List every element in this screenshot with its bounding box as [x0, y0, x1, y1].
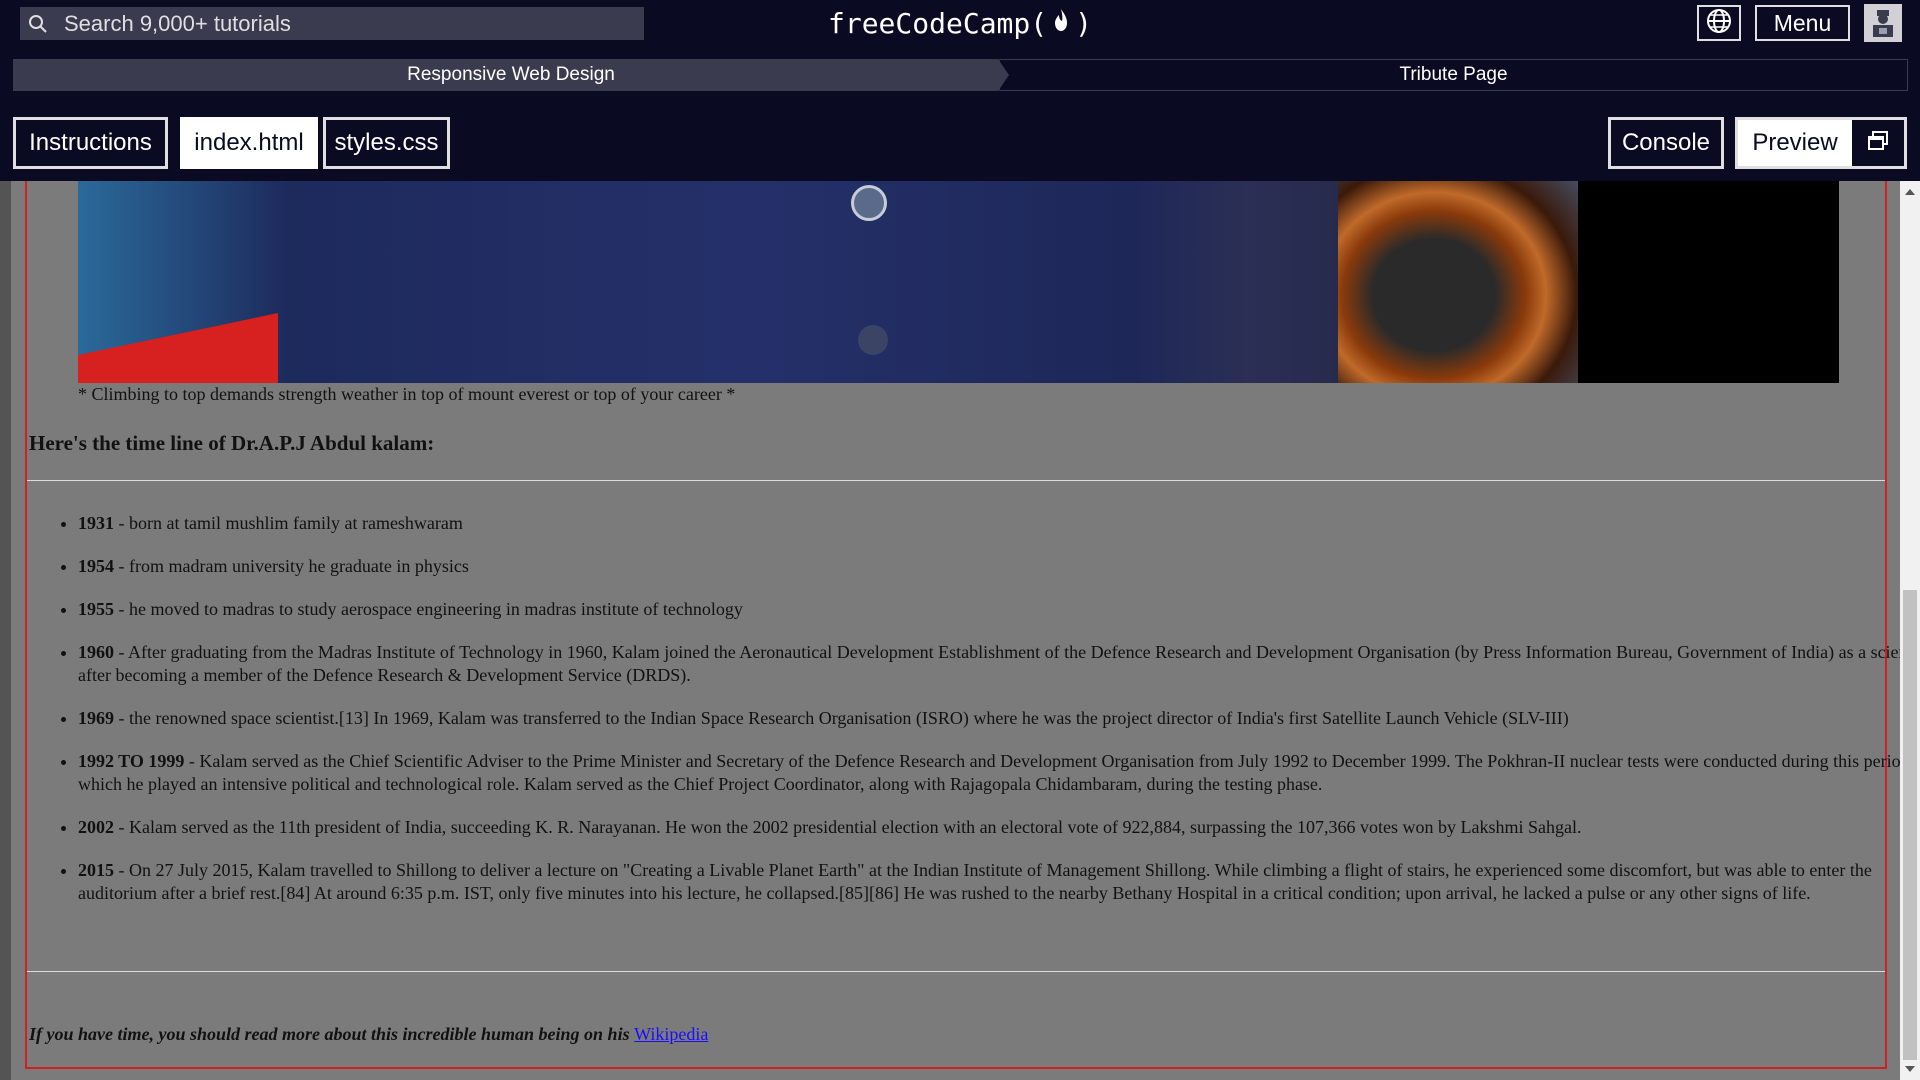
- preview-popout-button[interactable]: [1852, 120, 1904, 166]
- list-item: 1955 - he moved to madras to study aeros…: [78, 598, 1920, 621]
- preview-viewport: * Climbing to top demands strength weath…: [0, 181, 1920, 1080]
- logo-text-right: ): [1075, 6, 1092, 40]
- search-placeholder: Search 9,000+ tutorials: [64, 10, 291, 36]
- list-item: 2002 - Kalam served as the 11th presiden…: [78, 816, 1920, 839]
- top-nav: Search 9,000+ tutorials freeCodeCamp( ) …: [0, 0, 1920, 47]
- tab-index-html[interactable]: index.html: [180, 117, 318, 169]
- search-icon: [28, 14, 48, 34]
- tab-styles-css[interactable]: styles.css: [323, 117, 450, 169]
- list-item: 1992 TO 1999 - Kalam served as the Chief…: [78, 750, 1920, 796]
- scroll-up-icon[interactable]: [1905, 189, 1915, 195]
- list-item: 2015 - On 27 July 2015, Kalam travelled …: [78, 859, 1920, 905]
- preview-scrollbar[interactable]: [1900, 181, 1920, 1080]
- tab-preview[interactable]: Preview: [1738, 120, 1852, 166]
- tab-instructions[interactable]: Instructions: [13, 117, 168, 169]
- timeline-list: 1931 - born at tamil mushlim family at r…: [29, 512, 1920, 925]
- image-caption: * Climbing to top demands strength weath…: [78, 384, 736, 404]
- list-item: 1960 - After graduating from the Madras …: [78, 641, 1920, 687]
- divider-top: [27, 480, 1885, 481]
- menu-button[interactable]: Menu: [1755, 5, 1850, 41]
- preview-popout-icon: [1866, 130, 1890, 157]
- wikipedia-link[interactable]: Wikipedia: [634, 1024, 708, 1044]
- breadcrumb-course[interactable]: Responsive Web Design: [13, 59, 1009, 91]
- logo-text-left: freeCodeCamp(: [827, 6, 1048, 40]
- tab-console[interactable]: Console: [1608, 117, 1724, 169]
- editor-tab-bar: Instructions index.html styles.css Conso…: [0, 104, 1920, 181]
- scroll-down-icon[interactable]: [1905, 1066, 1915, 1072]
- tribute-page: * Climbing to top demands strength weath…: [25, 181, 1920, 1069]
- breadcrumb: Responsive Web Design Tribute Page: [13, 59, 1908, 91]
- preview-tab-group: Preview: [1735, 117, 1907, 169]
- scrollbar-thumb[interactable]: [1903, 590, 1917, 1060]
- breadcrumb-project[interactable]: Tribute Page: [999, 59, 1908, 91]
- freecodecamp-logo[interactable]: freeCodeCamp( ): [820, 3, 1100, 43]
- flame-icon: [1047, 7, 1075, 40]
- globe-icon: [1706, 8, 1732, 39]
- search-bar[interactable]: Search 9,000+ tutorials: [20, 7, 644, 40]
- footer-note: If you have time, you should read more a…: [29, 1024, 709, 1044]
- language-button[interactable]: [1697, 5, 1741, 41]
- list-item: 1969 - the renowned space scientist.[13]…: [78, 707, 1920, 730]
- list-item: 1931 - born at tamil mushlim family at r…: [78, 512, 1920, 535]
- list-item: 1954 - from madram university he graduat…: [78, 555, 1920, 578]
- user-avatar-icon[interactable]: [1864, 4, 1902, 42]
- divider-bottom: [27, 971, 1885, 972]
- editor-gutter: [0, 181, 11, 1080]
- tribute-image: [78, 181, 1839, 383]
- timeline-heading: Here's the time line of Dr.A.P.J Abdul k…: [29, 431, 435, 455]
